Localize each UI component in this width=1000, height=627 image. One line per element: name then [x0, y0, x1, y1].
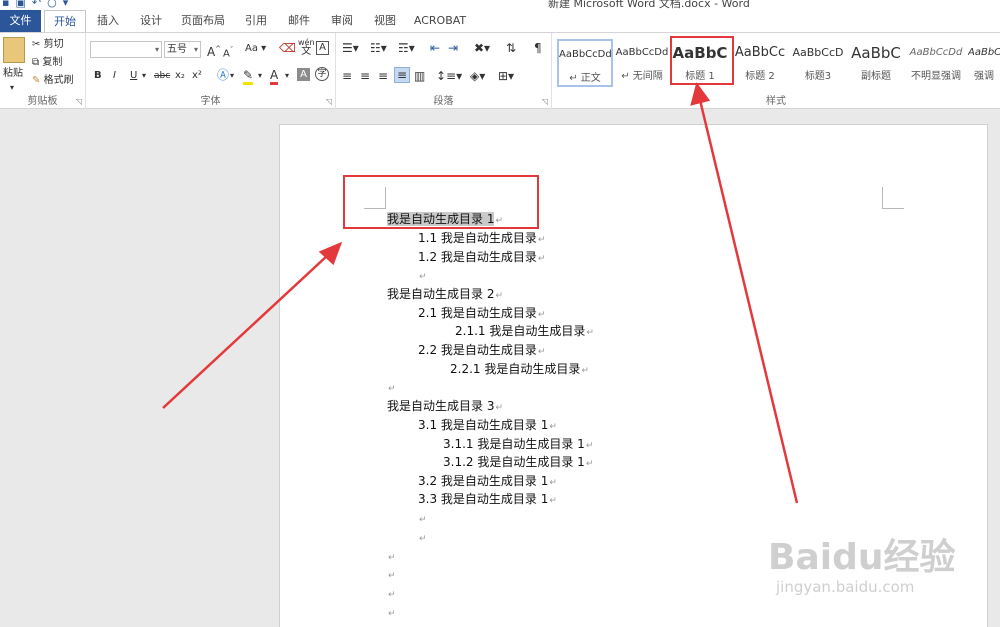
annotation-arrows	[162, 82, 799, 504]
annotation-arrow-right	[690, 82, 799, 504]
annotation-arrow-left	[162, 241, 343, 409]
